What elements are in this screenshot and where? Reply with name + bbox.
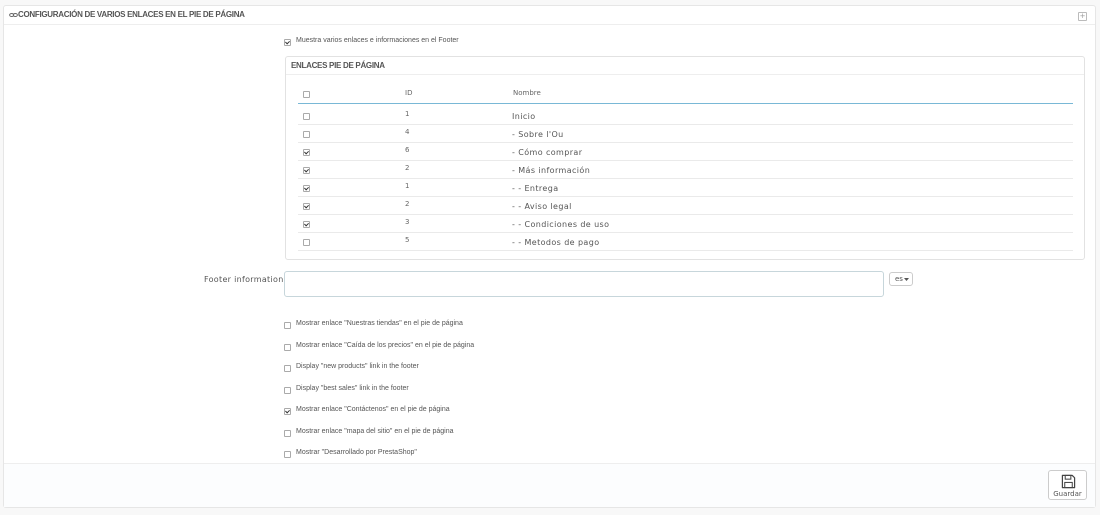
- row-checkbox[interactable]: [303, 185, 310, 192]
- row-checkbox[interactable]: [303, 239, 310, 246]
- row-checkbox[interactable]: [303, 167, 310, 174]
- footer-informations-label: Footer informations: [204, 275, 289, 284]
- panel-footer: Guardar: [4, 463, 1095, 507]
- row-id: 2: [405, 200, 410, 208]
- row-id: 1: [405, 110, 410, 118]
- column-header-name: Nombre: [513, 89, 541, 97]
- save-label: Guardar: [1053, 490, 1082, 498]
- subpanel-title: ENLACES PIE DE PÁGINA: [291, 61, 385, 70]
- row-checkbox[interactable]: [303, 149, 310, 156]
- option-label: Mostrar enlace "Nuestras tiendas" en el …: [296, 320, 463, 327]
- table-row: 2 - - Aviso legal: [298, 197, 1073, 215]
- row-checkbox[interactable]: [303, 221, 310, 228]
- language-code: es: [895, 275, 903, 283]
- option-label: Mostrar enlace "Contáctenos" en el pie d…: [296, 406, 450, 413]
- option-label: Mostrar enlace "Caída de los precios" en…: [296, 341, 475, 349]
- option-label: Display "best sales" link in the footer: [296, 384, 409, 392]
- table-row: 3 - - Condiciones de uso: [298, 215, 1073, 233]
- option-checkbox[interactable]: [284, 343, 291, 351]
- row-id: 2: [405, 164, 410, 172]
- collapse-button[interactable]: +: [1078, 12, 1087, 21]
- footer-links-subpanel: ENLACES PIE DE PÁGINA ID Nombre 1 Inicio 4…: [285, 56, 1085, 260]
- option-checkbox[interactable]: [284, 451, 291, 458]
- column-header-id: ID: [405, 89, 413, 97]
- row-checkbox[interactable]: [303, 131, 310, 138]
- link-icon: [9, 12, 18, 18]
- option-checkbox[interactable]: [284, 386, 291, 394]
- option-checkbox[interactable]: [284, 365, 291, 372]
- row-checkbox[interactable]: [303, 113, 310, 120]
- row-name: - - Condiciones de uso: [512, 220, 610, 229]
- table-row: 4 - Sobre l'Ou: [298, 125, 1073, 143]
- row-name: - - Aviso legal: [512, 202, 572, 211]
- option-label: Mostrar "Desarrollado por PrestaShop": [296, 449, 417, 456]
- caret-down-icon: [904, 278, 909, 281]
- option-label: Mostrar enlace "mapa del sitio" en el pi…: [296, 427, 454, 435]
- row-name: - Cómo comprar: [512, 148, 583, 157]
- table-row: 6 - Cómo comprar: [298, 143, 1073, 161]
- table-header-divider: [298, 103, 1073, 104]
- language-dropdown[interactable]: es: [889, 272, 913, 286]
- show-links-checkbox[interactable]: [284, 39, 291, 46]
- row-name: - - Entrega: [512, 184, 559, 193]
- show-links-label: Muestra varios enlaces e informaciones e…: [296, 37, 459, 44]
- panel-title: CONFIGURACIÓN DE VARIOS ENLACES EN EL PI…: [18, 10, 245, 19]
- row-id: 4: [405, 128, 410, 136]
- row-name: Inicio: [512, 112, 536, 121]
- select-all-checkbox[interactable]: [303, 91, 310, 98]
- table-row: 1 - - Entrega: [298, 179, 1073, 197]
- table-row: 1 Inicio: [298, 107, 1073, 125]
- floppy-disk-icon: [1061, 474, 1076, 489]
- row-id: 6: [405, 146, 410, 154]
- row-name: - - Metodos de pago: [512, 238, 600, 247]
- row-id: 3: [405, 218, 410, 226]
- row-name: - Sobre l'Ou: [512, 130, 564, 139]
- option-checkbox[interactable]: [284, 322, 291, 329]
- row-name: - Más información: [512, 166, 591, 175]
- save-button[interactable]: Guardar: [1048, 470, 1087, 500]
- footer-links-config-panel: CONFIGURACIÓN DE VARIOS ENLACES EN EL PI…: [3, 5, 1096, 508]
- panel-heading: CONFIGURACIÓN DE VARIOS ENLACES EN EL PI…: [4, 6, 1095, 25]
- option-label: Display "new products" link in the foote…: [296, 363, 419, 370]
- table-row: 5 - - Metodos de pago: [298, 233, 1073, 251]
- row-id: 5: [405, 236, 410, 244]
- footer-informations-input[interactable]: [284, 271, 884, 297]
- table-row: 2 - Más información: [298, 161, 1073, 179]
- option-checkbox[interactable]: [284, 429, 291, 437]
- row-checkbox[interactable]: [303, 203, 310, 210]
- subpanel-heading: ENLACES PIE DE PÁGINA: [286, 57, 1084, 75]
- option-checkbox[interactable]: [284, 408, 291, 415]
- row-id: 1: [405, 182, 410, 190]
